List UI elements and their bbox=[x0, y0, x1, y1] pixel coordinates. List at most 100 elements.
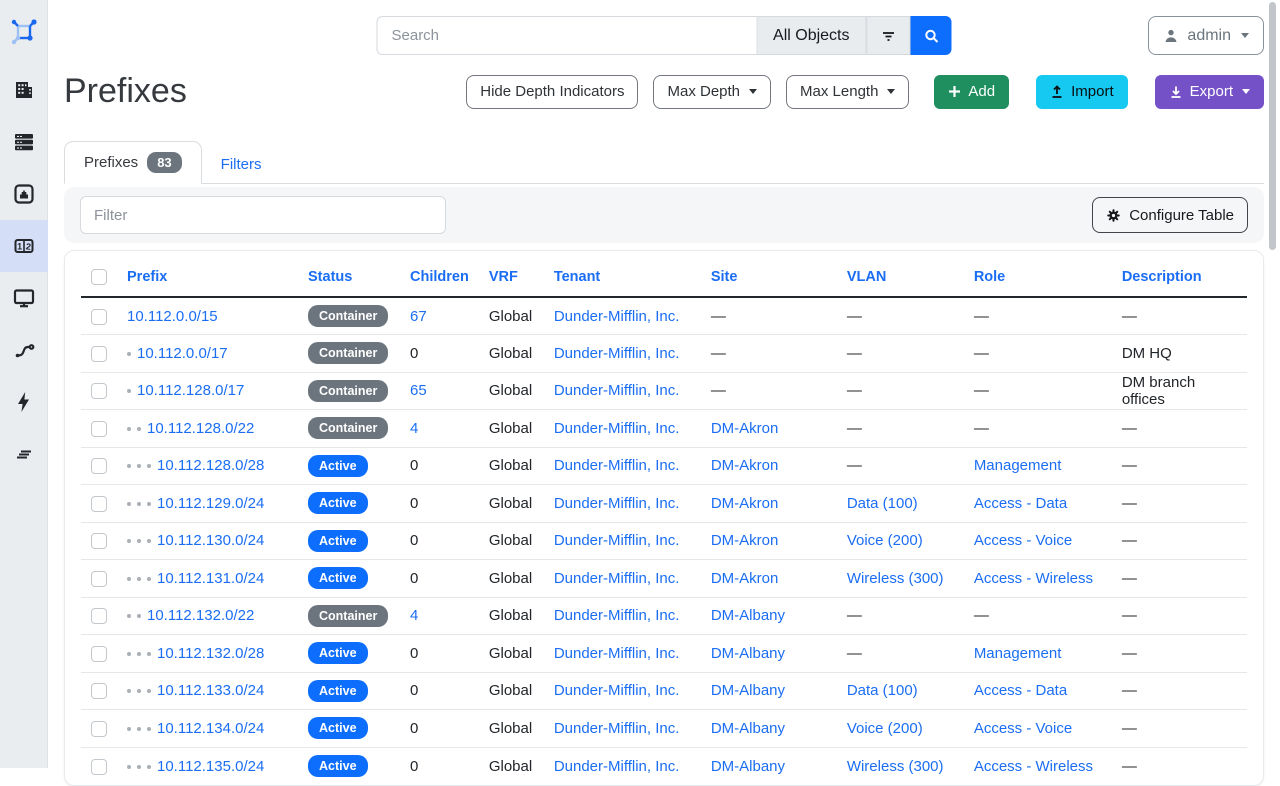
search-filter-button[interactable] bbox=[867, 16, 911, 55]
max-length-dropdown[interactable]: Max Length bbox=[786, 75, 909, 109]
role-link[interactable]: Management bbox=[974, 457, 1062, 474]
role-link[interactable]: Access - Voice bbox=[974, 720, 1072, 737]
tenant-link[interactable]: Dunder-Mifflin, Inc. bbox=[554, 720, 680, 737]
role-link[interactable]: Access - Wireless bbox=[974, 570, 1093, 587]
row-checkbox[interactable] bbox=[91, 421, 107, 437]
sidebar-item-connections[interactable] bbox=[0, 168, 48, 220]
column-sort-link[interactable]: Site bbox=[711, 269, 738, 285]
row-checkbox[interactable] bbox=[91, 383, 107, 399]
column-sort-link[interactable]: Status bbox=[308, 269, 352, 285]
role-link[interactable]: Access - Data bbox=[974, 495, 1067, 512]
row-checkbox[interactable] bbox=[91, 646, 107, 662]
user-menu-button[interactable]: admin bbox=[1148, 16, 1264, 55]
column-sort-link[interactable]: VRF bbox=[489, 269, 518, 285]
column-sort-link[interactable]: VLAN bbox=[847, 269, 886, 285]
tenant-link[interactable]: Dunder-Mifflin, Inc. bbox=[554, 308, 680, 325]
vlan-link[interactable]: Wireless (300) bbox=[847, 570, 944, 587]
site-link[interactable]: DM-Albany bbox=[711, 682, 785, 699]
sidebar-item-overlays[interactable] bbox=[0, 428, 48, 480]
children-count-link[interactable]: 4 bbox=[410, 607, 418, 624]
row-checkbox[interactable] bbox=[91, 683, 107, 699]
row-checkbox[interactable] bbox=[91, 309, 107, 325]
column-sort-link[interactable]: Children bbox=[410, 269, 469, 285]
role-link[interactable]: Access - Data bbox=[974, 682, 1067, 699]
site-link[interactable]: DM-Akron bbox=[711, 532, 779, 549]
vlan-link[interactable]: Wireless (300) bbox=[847, 758, 944, 775]
site-link[interactable]: DM-Albany bbox=[711, 607, 785, 624]
sidebar-item-organization[interactable] bbox=[0, 64, 48, 116]
column-sort-link[interactable]: Tenant bbox=[554, 269, 600, 285]
role-link[interactable]: Access - Voice bbox=[974, 532, 1072, 549]
sidebar-item-circuits[interactable] bbox=[0, 324, 48, 376]
site-link[interactable]: DM-Akron bbox=[711, 570, 779, 587]
hide-depth-indicators-button[interactable]: Hide Depth Indicators bbox=[466, 75, 638, 109]
prefix-link[interactable]: 10.112.133.0/24 bbox=[157, 682, 264, 699]
tenant-link[interactable]: Dunder-Mifflin, Inc. bbox=[554, 532, 680, 549]
import-button[interactable]: Import bbox=[1036, 75, 1128, 109]
prefix-link[interactable]: 10.112.130.0/24 bbox=[157, 532, 264, 549]
max-depth-dropdown[interactable]: Max Depth bbox=[653, 75, 771, 109]
tenant-link[interactable]: Dunder-Mifflin, Inc. bbox=[554, 682, 680, 699]
prefix-link[interactable]: 10.112.132.0/22 bbox=[147, 607, 254, 624]
select-all-checkbox[interactable] bbox=[91, 269, 107, 285]
row-checkbox[interactable] bbox=[91, 759, 107, 775]
prefix-link[interactable]: 10.112.134.0/24 bbox=[157, 720, 264, 737]
netbox-logo[interactable] bbox=[0, 0, 48, 64]
vlan-link[interactable]: Data (100) bbox=[847, 682, 918, 699]
row-checkbox[interactable] bbox=[91, 571, 107, 587]
column-sort-link[interactable]: Description bbox=[1122, 269, 1202, 285]
site-link[interactable]: DM-Albany bbox=[711, 758, 785, 775]
children-count-link[interactable]: 67 bbox=[410, 308, 427, 325]
tab-filters[interactable]: Filters bbox=[202, 146, 281, 183]
prefix-link[interactable]: 10.112.129.0/24 bbox=[157, 495, 264, 512]
sidebar-item-devices[interactable] bbox=[0, 116, 48, 168]
tenant-link[interactable]: Dunder-Mifflin, Inc. bbox=[554, 345, 680, 362]
column-sort-link[interactable]: Role bbox=[974, 269, 1005, 285]
tenant-link[interactable]: Dunder-Mifflin, Inc. bbox=[554, 495, 680, 512]
prefix-link[interactable]: 10.112.135.0/24 bbox=[157, 758, 264, 775]
search-input[interactable] bbox=[377, 16, 757, 55]
tab-prefixes[interactable]: Prefixes 83 bbox=[64, 141, 202, 184]
row-checkbox[interactable] bbox=[91, 608, 107, 624]
search-submit-button[interactable] bbox=[911, 16, 952, 55]
row-checkbox[interactable] bbox=[91, 496, 107, 512]
tenant-link[interactable]: Dunder-Mifflin, Inc. bbox=[554, 457, 680, 474]
site-link[interactable]: DM-Albany bbox=[711, 720, 785, 737]
role-link[interactable]: Management bbox=[974, 645, 1062, 662]
vlan-link[interactable]: Voice (200) bbox=[847, 720, 923, 737]
tenant-link[interactable]: Dunder-Mifflin, Inc. bbox=[554, 570, 680, 587]
sidebar-item-power[interactable] bbox=[0, 376, 48, 428]
prefix-link[interactable]: 10.112.128.0/28 bbox=[157, 457, 264, 474]
site-link[interactable]: DM-Akron bbox=[711, 420, 779, 437]
search-scope-dropdown[interactable]: All Objects bbox=[756, 16, 866, 55]
row-checkbox[interactable] bbox=[91, 721, 107, 737]
prefix-link[interactable]: 10.112.128.0/17 bbox=[137, 382, 244, 399]
children-count-link[interactable]: 65 bbox=[410, 382, 427, 399]
row-checkbox[interactable] bbox=[91, 458, 107, 474]
export-dropdown[interactable]: Export bbox=[1155, 75, 1264, 109]
row-checkbox[interactable] bbox=[91, 533, 107, 549]
tenant-link[interactable]: Dunder-Mifflin, Inc. bbox=[554, 758, 680, 775]
configure-table-button[interactable]: Configure Table bbox=[1092, 197, 1248, 233]
site-link[interactable]: DM-Albany bbox=[711, 645, 785, 662]
prefix-link[interactable]: 10.112.0.0/15 bbox=[127, 308, 218, 325]
prefix-link[interactable]: 10.112.128.0/22 bbox=[147, 420, 254, 437]
prefix-link[interactable]: 10.112.0.0/17 bbox=[137, 345, 228, 362]
sidebar-item-virtualization[interactable] bbox=[0, 272, 48, 324]
add-button[interactable]: Add bbox=[934, 75, 1009, 109]
site-link[interactable]: DM-Akron bbox=[711, 495, 779, 512]
prefix-link[interactable]: 10.112.132.0/28 bbox=[157, 645, 264, 662]
tenant-link[interactable]: Dunder-Mifflin, Inc. bbox=[554, 607, 680, 624]
role-link[interactable]: Access - Wireless bbox=[974, 758, 1093, 775]
quick-filter-input[interactable] bbox=[80, 196, 446, 234]
vlan-link[interactable]: Data (100) bbox=[847, 495, 918, 512]
column-sort-link[interactable]: Prefix bbox=[127, 269, 167, 285]
row-checkbox[interactable] bbox=[91, 346, 107, 362]
scrollbar-thumb[interactable] bbox=[1269, 2, 1276, 250]
sidebar-item-ipam[interactable]: 1 2 bbox=[0, 220, 48, 272]
tenant-link[interactable]: Dunder-Mifflin, Inc. bbox=[554, 420, 680, 437]
prefix-link[interactable]: 10.112.131.0/24 bbox=[157, 570, 264, 587]
tenant-link[interactable]: Dunder-Mifflin, Inc. bbox=[554, 382, 680, 399]
site-link[interactable]: DM-Akron bbox=[711, 457, 779, 474]
children-count-link[interactable]: 4 bbox=[410, 420, 418, 437]
